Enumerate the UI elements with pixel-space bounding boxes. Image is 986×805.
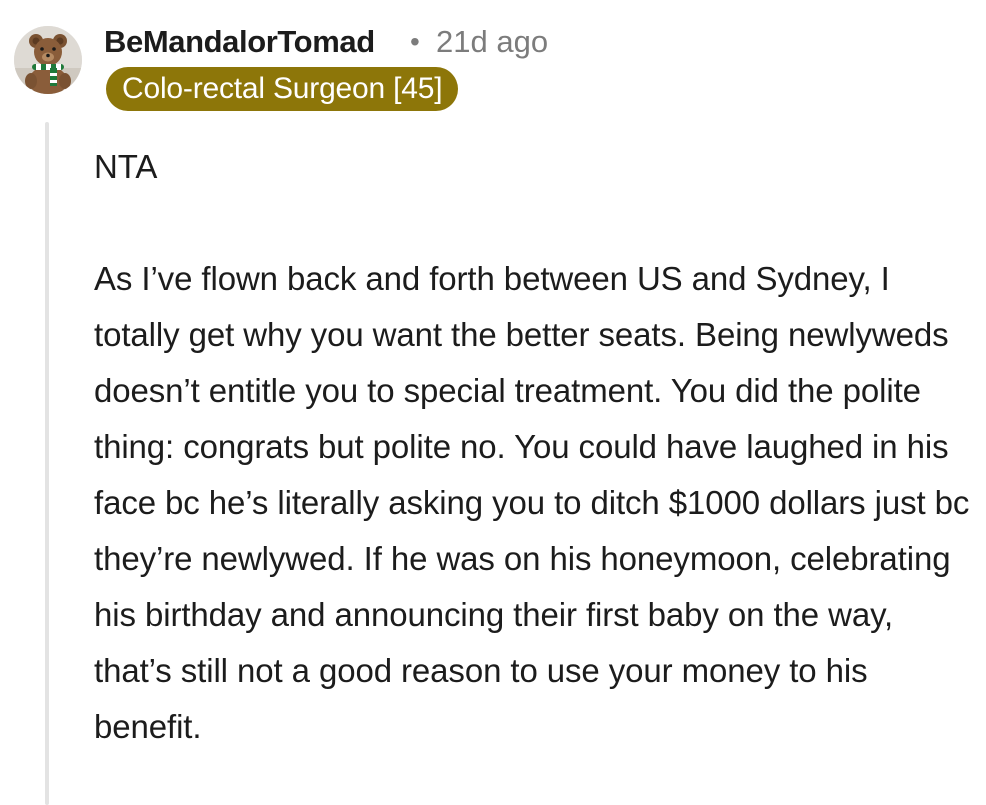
user-avatar[interactable] xyxy=(14,26,82,94)
user-flair-badge: Colo-rectal Surgeon [45] xyxy=(106,67,459,111)
meta-separator: • xyxy=(410,26,420,57)
comment-timestamp: 21d ago xyxy=(436,24,549,59)
teddy-bear-avatar-icon xyxy=(14,26,82,94)
thread-collapse-line[interactable] xyxy=(45,122,49,805)
comment: BeMandalorTomad • 21d ago Colo-rectal Su… xyxy=(0,0,986,805)
comment-paragraph-verdict: NTA xyxy=(94,148,158,185)
comment-body: NTA As I’ve flown back and forth between… xyxy=(94,139,974,755)
username-link[interactable]: BeMandalorTomad xyxy=(104,24,375,60)
comment-paragraph-main: As I’ve flown back and forth between US … xyxy=(94,260,970,745)
